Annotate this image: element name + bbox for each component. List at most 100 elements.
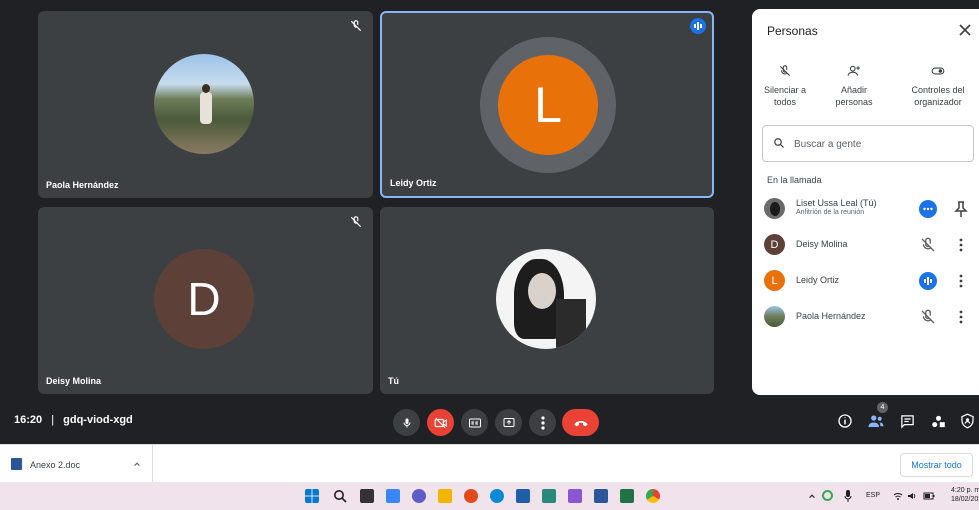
mic-off-icon[interactable] xyxy=(919,308,937,326)
more-vert-icon[interactable] xyxy=(954,308,968,326)
excel-icon[interactable] xyxy=(620,489,634,503)
captions-button[interactable] xyxy=(461,409,488,436)
people-button[interactable] xyxy=(866,411,886,431)
info-icon xyxy=(838,414,852,428)
speaking-indicator-icon xyxy=(919,272,937,290)
hang-up-icon xyxy=(573,420,588,426)
action-label: Silenciar a xyxy=(763,85,807,95)
app-icon[interactable] xyxy=(464,489,478,503)
windows-start-icon[interactable] xyxy=(305,489,319,503)
video-tile-leidy[interactable]: L Leidy Ortiz xyxy=(380,11,714,198)
participant-name: Leidy Ortiz xyxy=(390,178,437,188)
action-label: Añadir xyxy=(840,85,867,95)
search-icon[interactable] xyxy=(333,489,347,503)
speaking-indicator-icon xyxy=(690,18,706,34)
participant-name: Deisy Molina xyxy=(796,239,848,249)
more-vert-icon xyxy=(540,415,545,430)
captions-icon xyxy=(468,418,481,427)
mic-icon xyxy=(403,418,410,427)
more-options-button[interactable] xyxy=(529,409,556,436)
action-label: personas xyxy=(835,97,873,107)
video-tile-paola[interactable]: Paola Hernández xyxy=(38,11,373,198)
widgets-icon[interactable] xyxy=(386,489,400,503)
volume-icon[interactable] xyxy=(907,491,917,501)
file-explorer-icon[interactable] xyxy=(438,489,452,503)
host-controls-button[interactable]: Controles del organizador xyxy=(903,64,973,108)
sync-icon[interactable] xyxy=(822,490,833,501)
activities-button[interactable] xyxy=(928,411,948,431)
more-options-icon[interactable] xyxy=(919,200,937,218)
clock-date: 18/02/2022 xyxy=(951,496,979,503)
meeting-info: 16:20 | gdq-viod-xgd xyxy=(14,414,133,426)
participant-count-badge: 4 xyxy=(877,402,888,413)
windows-taskbar: ESP 4:20 p. m. 18/02/2022 xyxy=(0,482,979,510)
present-button[interactable] xyxy=(495,409,522,436)
downloads-bar: Anexo 2.doc Mostrar todo xyxy=(0,444,979,483)
chevron-up-icon[interactable] xyxy=(808,492,816,500)
word-icon[interactable] xyxy=(594,489,608,503)
task-view-icon[interactable] xyxy=(360,489,374,503)
more-vert-icon[interactable] xyxy=(954,272,968,290)
show-all-button[interactable]: Mostrar todo xyxy=(900,453,973,477)
meeting-details-button[interactable] xyxy=(835,411,855,431)
wifi-icon[interactable] xyxy=(893,491,903,501)
search-people-input[interactable]: Buscar a gente xyxy=(762,125,974,162)
participant-row[interactable]: Paola Hernández xyxy=(764,302,976,330)
close-icon[interactable] xyxy=(957,22,973,38)
participant-name: Tú xyxy=(388,376,399,386)
pin-icon[interactable] xyxy=(954,200,968,218)
participant-name: Paola Hernández xyxy=(796,311,866,321)
search-icon xyxy=(774,138,784,148)
video-tile-deisy[interactable]: D Deisy Molina xyxy=(38,207,373,394)
microphone-button[interactable] xyxy=(393,409,420,436)
store-icon[interactable] xyxy=(516,489,530,503)
avatar xyxy=(764,306,785,327)
download-item[interactable]: Anexo 2.doc xyxy=(0,445,153,483)
mute-all-button[interactable]: Silenciar a todos xyxy=(755,64,815,108)
present-screen-icon xyxy=(503,417,514,427)
participant-photo xyxy=(496,249,596,349)
avatar: L xyxy=(498,55,598,155)
chat-button[interactable] xyxy=(897,411,917,431)
language-indicator[interactable]: ESP xyxy=(866,492,880,499)
action-label: organizador xyxy=(914,97,962,107)
section-label: En la llamada xyxy=(767,175,822,185)
avatar: D xyxy=(154,249,254,349)
meet-window: Paola Hernández L Leidy Ortiz D Deisy Mo… xyxy=(0,0,979,444)
video-tile-self[interactable]: Tú xyxy=(380,207,714,394)
participant-row[interactable]: L Leidy Ortiz xyxy=(764,266,976,294)
avatar xyxy=(764,198,785,219)
battery-icon[interactable] xyxy=(923,491,935,501)
more-vert-icon[interactable] xyxy=(954,236,968,254)
action-label: Controles del xyxy=(911,85,965,95)
mic-icon[interactable] xyxy=(844,490,852,502)
people-icon xyxy=(868,415,884,427)
system-clock[interactable]: 4:20 p. m. 18/02/2022 xyxy=(951,486,979,504)
meeting-code: gdq-viod-xgd xyxy=(63,414,133,426)
chevron-up-icon[interactable] xyxy=(133,460,141,468)
toggle-icon xyxy=(931,67,945,75)
activities-icon xyxy=(931,415,945,427)
participant-name: Paola Hernández xyxy=(46,180,119,190)
mic-off-icon xyxy=(350,216,362,228)
edge-browser-icon[interactable] xyxy=(490,489,504,503)
host-controls-button[interactable] xyxy=(957,411,977,431)
camera-button[interactable] xyxy=(427,409,454,436)
participant-row[interactable]: D Deisy Molina xyxy=(764,230,976,258)
avatar: D xyxy=(764,234,785,255)
chrome-icon[interactable] xyxy=(646,489,660,503)
mic-off-icon[interactable] xyxy=(919,236,937,254)
separator: | xyxy=(51,414,55,426)
add-people-button[interactable]: Añadir personas xyxy=(824,64,884,108)
mic-off-icon xyxy=(779,65,791,77)
search-placeholder: Buscar a gente xyxy=(794,139,862,150)
chat-icon xyxy=(900,414,914,429)
participant-row[interactable]: Liset Ussa Leal (Tú) Anfitrión de la reu… xyxy=(764,194,976,222)
participant-name: Deisy Molina xyxy=(46,376,102,386)
chat-app-icon[interactable] xyxy=(412,489,426,503)
app-icon[interactable] xyxy=(568,489,582,503)
app-icon[interactable] xyxy=(542,489,556,503)
shield-icon xyxy=(960,413,974,429)
end-call-button[interactable] xyxy=(562,409,599,436)
mic-off-icon xyxy=(350,20,362,32)
